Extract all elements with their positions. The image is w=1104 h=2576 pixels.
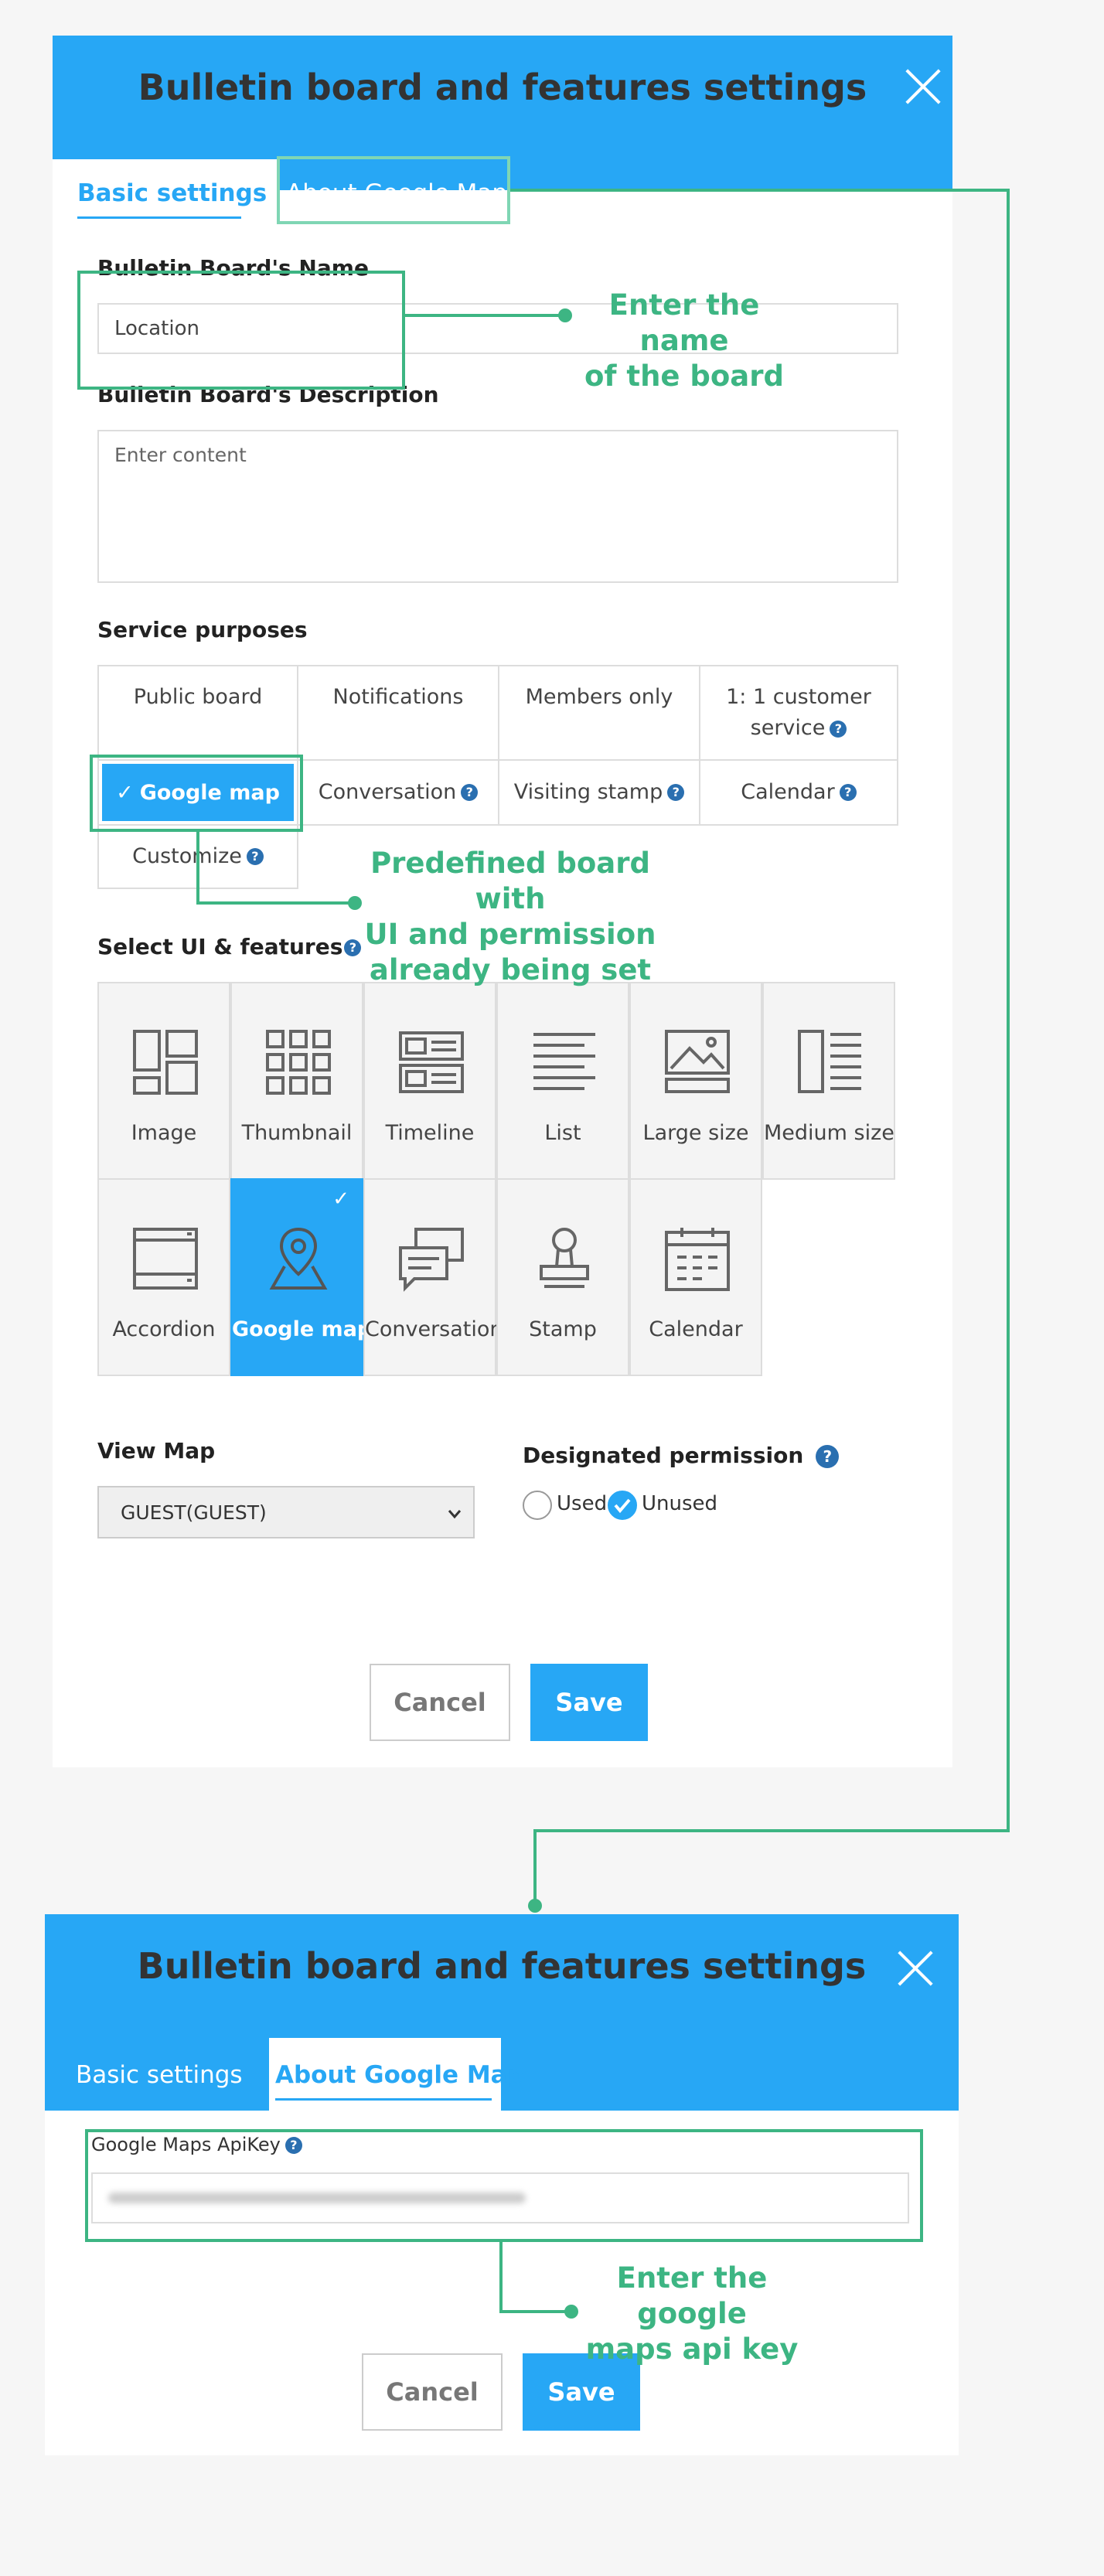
cancel-button[interactable]: Cancel [370,1664,510,1741]
ui-option-google-map[interactable]: ✓ Google map [230,1178,372,1376]
cancel-button[interactable]: Cancel [362,2353,503,2431]
connector-line [196,832,199,905]
purpose-public-board[interactable]: Public board [97,665,298,761]
purpose-customer-service[interactable]: 1: 1 customer service? [699,665,898,761]
permission-label: Designated permission? [523,1443,840,1468]
tab-active-underline [275,2098,492,2101]
connector-line [533,1829,1010,1832]
dialog-title: Bulletin board and features settings [137,1945,867,1987]
help-icon[interactable]: ? [667,784,685,801]
annotation-predefined-text: Predefined board with UI and permission al… [364,847,656,986]
tab-basic-settings[interactable]: Basic settings [76,2061,243,2089]
help-icon[interactable]: ? [839,784,857,801]
permission-used-radio[interactable] [523,1491,552,1520]
tab-basic-settings[interactable]: Basic settings [77,179,267,207]
apikey-highlight-box [85,2129,923,2242]
tab-active-underline [77,216,241,219]
chat-bubbles-icon [399,1228,464,1292]
connector-line [499,2242,503,2313]
medium-layout-icon [798,1030,861,1093]
permission-unused-radio[interactable] [608,1491,637,1520]
purpose-visiting-stamp[interactable]: Visiting stamp? [498,759,700,826]
connector-line [510,189,1008,192]
large-image-icon [665,1030,730,1093]
purpose-calendar[interactable]: Calendar? [699,759,898,826]
permission-used-label: Used [557,1492,608,1515]
name-highlight-box [77,271,405,390]
connector-dot [558,308,572,322]
stamp-icon [540,1228,589,1288]
help-icon[interactable]: ? [816,1445,840,1468]
ui-option-stamp[interactable]: Stamp [496,1178,629,1376]
chevron-down-icon [448,1510,462,1519]
accordion-icon [133,1228,198,1290]
check-icon: ✓ [332,1187,349,1211]
ui-option-accordion[interactable]: Accordion [97,1178,230,1376]
connector-dot [528,1899,542,1913]
ui-option-large-size[interactable]: Large size [629,982,762,1180]
purpose-notifications[interactable]: Notifications [297,665,499,761]
view-map-select[interactable]: GUEST(GUEST) [97,1486,475,1538]
save-button[interactable]: Save [530,1664,648,1741]
annotation-name-text: Enter the name of the board [584,288,784,393]
connector-line [533,1829,537,1906]
service-purposes-label: Service purposes [97,617,308,642]
connector-line [1007,189,1010,1832]
ui-option-list[interactable]: List [496,982,629,1180]
thumbnail-grid-icon [266,1030,331,1095]
map-pin-icon [269,1227,328,1290]
image-layout-icon [133,1030,198,1095]
close-icon[interactable] [903,66,943,107]
google-map-purpose-highlight-box [90,755,303,832]
board-description-textarea[interactable]: Enter content [97,430,898,583]
permission-unused-label: Unused [642,1492,718,1515]
ui-option-medium-size[interactable]: Medium size [762,982,895,1180]
connector-line [196,901,351,905]
help-icon[interactable]: ? [246,848,264,865]
tab-highlight-box [277,156,510,224]
connector-line [405,314,564,317]
help-icon[interactable]: ? [461,784,479,801]
calendar-icon [665,1228,730,1291]
ui-option-calendar[interactable]: Calendar [629,1178,762,1376]
ui-features-label: Select UI & features? [97,934,362,959]
check-icon [614,1498,631,1514]
tab-about-google-map[interactable]: About Google Map [275,2061,524,2089]
connector-line [499,2310,572,2313]
annotation-apikey-text: Enter the google maps api key [585,2261,799,2366]
purpose-members-only[interactable]: Members only [498,665,700,761]
list-lines-icon [533,1033,595,1090]
help-icon[interactable]: ? [830,720,847,738]
timeline-layout-icon [399,1031,464,1093]
ui-option-timeline[interactable]: Timeline [363,982,496,1180]
purpose-conversation[interactable]: Conversation? [297,759,499,826]
ui-option-conversation[interactable]: Conversation [363,1178,503,1376]
ui-option-image[interactable]: Image [97,982,230,1180]
close-icon[interactable] [895,1948,935,1988]
dialog-title: Bulletin board and features settings [138,66,867,108]
view-map-label: View Map [97,1438,216,1463]
ui-option-thumbnail[interactable]: Thumbnail [230,982,363,1180]
